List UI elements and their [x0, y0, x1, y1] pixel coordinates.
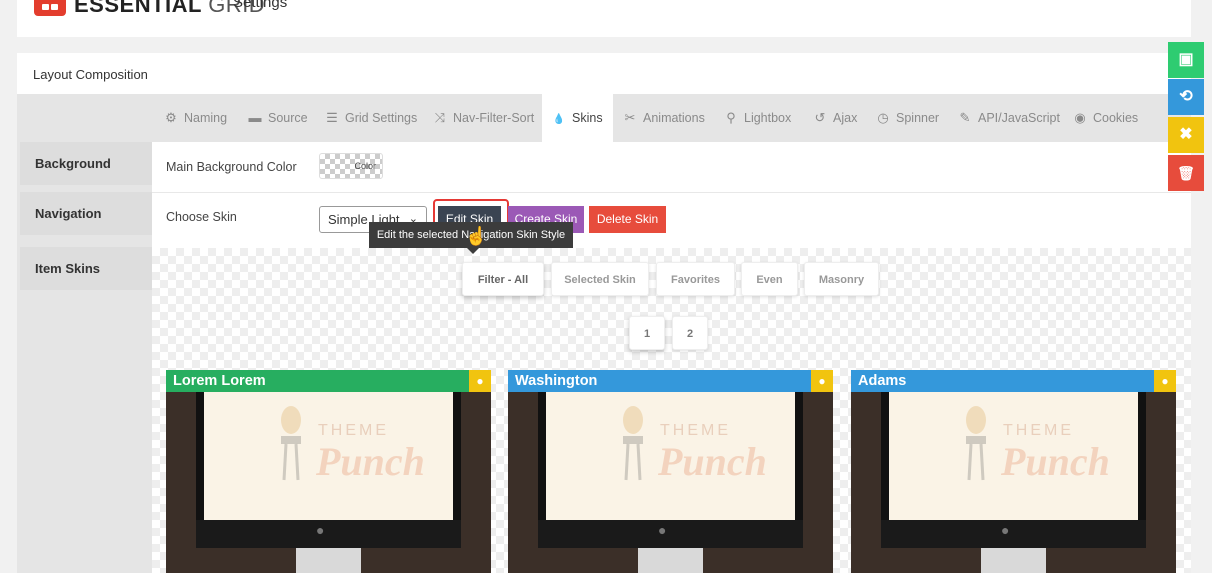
droplet-icon[interactable]: ● — [469, 370, 491, 392]
choose-skin-label: Choose Skin — [166, 210, 237, 224]
tab-label: Ajax — [833, 111, 858, 125]
sidebar-item-navigation[interactable]: Navigation — [20, 192, 152, 235]
trash-icon[interactable]: 🗑 — [1168, 155, 1204, 191]
page-2-button[interactable]: 2 — [672, 316, 708, 350]
watermark-big: Punch — [658, 439, 767, 484]
sidebar-item-background[interactable]: Background — [20, 142, 152, 185]
grid-item-card[interactable]: Adams ● THEME Punch ● — [851, 370, 1176, 573]
hand-cursor-icon: ☝ — [465, 226, 488, 246]
tab-label: Naming — [184, 111, 228, 125]
list-icon: ☰ — [326, 110, 338, 125]
watermark-big: Punch — [1001, 439, 1110, 484]
card-title: Lorem Lorem — [166, 370, 491, 392]
card-image: THEME Punch ● — [851, 392, 1176, 573]
card-title: Washington — [508, 370, 833, 392]
tab-label: Lightbox — [744, 111, 792, 125]
tools-icon: ✂ — [624, 110, 636, 125]
apple-logo-icon: ● — [316, 522, 325, 538]
tab-skins[interactable]: 💧 Skins — [542, 94, 613, 142]
tab-label: API/JavaScript — [978, 111, 1060, 125]
card-image: THEME Punch ● — [508, 392, 833, 573]
wand-icon: ✎ — [959, 110, 971, 125]
page-1-button[interactable]: 1 — [629, 316, 665, 350]
settings-tab-bar: ⚙ Naming ▬ Source ☰ Grid Settings ⤨ Nav-Filt… — [17, 94, 1191, 142]
tab-animations[interactable]: ✂ Animations — [623, 94, 705, 142]
history-icon: ◷ — [877, 110, 889, 125]
logo-text-bold: ESSENTIAL — [74, 0, 202, 17]
tab-api-javascript[interactable]: ✎ API/JavaScript — [958, 94, 1060, 142]
sidebar-item-item-skins[interactable]: Item Skins — [20, 247, 152, 290]
grid-item-card[interactable]: Lorem Lorem ● THEME Punch ● — [166, 370, 491, 573]
refresh-icon[interactable]: ⟲ — [1168, 79, 1204, 115]
color-swatch-label: Color — [354, 161, 376, 171]
filter-favorites-button[interactable]: Favorites — [656, 262, 735, 296]
tab-ajax[interactable]: ↺ Ajax — [813, 94, 858, 142]
page-title: Settings — [233, 0, 288, 11]
tab-label: Skins — [572, 111, 603, 125]
apple-logo-icon: ● — [658, 522, 667, 538]
card-title: Adams — [851, 370, 1176, 392]
save-icon[interactable]: ▣ — [1168, 42, 1204, 78]
undo-icon: ↺ — [814, 110, 826, 125]
grid-item-card[interactable]: Washington ● THEME Punch ● — [508, 370, 833, 573]
skin-preview-area: Filter - All Selected Skin Favorites Eve… — [152, 248, 1191, 573]
top-bar: ESSENTIAL GRID Settings — [17, 0, 1191, 37]
essential-grid-logo-icon — [34, 0, 66, 16]
droplet-icon: 💧 — [552, 114, 566, 125]
eye-icon: ◉ — [1074, 110, 1086, 125]
skins-content: Main Background Color Color Choose Skin … — [152, 142, 1191, 573]
gear-icon: ⚙ — [165, 110, 177, 125]
main-background-color-label: Main Background Color — [166, 160, 297, 174]
watermark-big: Punch — [316, 439, 425, 484]
theme-punch-mascot-icon — [281, 406, 301, 481]
tab-label: Animations — [643, 111, 705, 125]
close-icon[interactable]: ✖ — [1168, 117, 1204, 153]
shuffle-icon: ⤨ — [434, 110, 446, 125]
tab-label: Source — [268, 111, 308, 125]
tab-grid-settings[interactable]: ☰ Grid Settings — [325, 94, 417, 142]
tab-label: Grid Settings — [345, 111, 418, 125]
filter-masonry-button[interactable]: Masonry — [804, 262, 879, 296]
tab-cookies[interactable]: ◉ Cookies — [1073, 94, 1138, 142]
tab-source[interactable]: ▬ Source — [248, 94, 308, 142]
layout-composition-panel: Layout Composition ⚙ Naming ▬ Source ☰ Grid… — [17, 53, 1191, 573]
divider — [152, 192, 1191, 193]
filter-all-button[interactable]: Filter - All — [462, 262, 544, 296]
card-image: THEME Punch ● — [166, 392, 491, 573]
droplet-icon[interactable]: ● — [1154, 370, 1176, 392]
search-icon: ⚲ — [726, 110, 736, 125]
filter-even-button[interactable]: Even — [741, 262, 798, 296]
tab-label: Nav-Filter-Sort — [453, 111, 535, 125]
tab-lightbox[interactable]: ⚲ Lightbox — [724, 94, 791, 142]
droplet-icon[interactable]: ● — [811, 370, 833, 392]
delete-skin-button[interactable]: Delete Skin — [589, 206, 666, 233]
filter-selected-skin-button[interactable]: Selected Skin — [551, 262, 649, 296]
folder-icon: ▬ — [248, 110, 262, 125]
tab-spinner[interactable]: ◷ Spinner — [876, 94, 939, 142]
skins-side-nav: Background Navigation Item Skins — [17, 142, 152, 573]
tab-label: Cookies — [1093, 111, 1139, 125]
background-color-picker[interactable]: Color — [319, 153, 383, 179]
panel-title: Layout Composition — [33, 67, 148, 82]
theme-punch-mascot-icon — [966, 406, 986, 481]
tab-label: Spinner — [896, 111, 940, 125]
tab-nav-filter-sort[interactable]: ⤨ Nav-Filter-Sort — [433, 94, 534, 142]
apple-logo-icon: ● — [1001, 522, 1010, 538]
theme-punch-mascot-icon — [623, 406, 643, 481]
tab-naming[interactable]: ⚙ Naming — [164, 94, 227, 142]
